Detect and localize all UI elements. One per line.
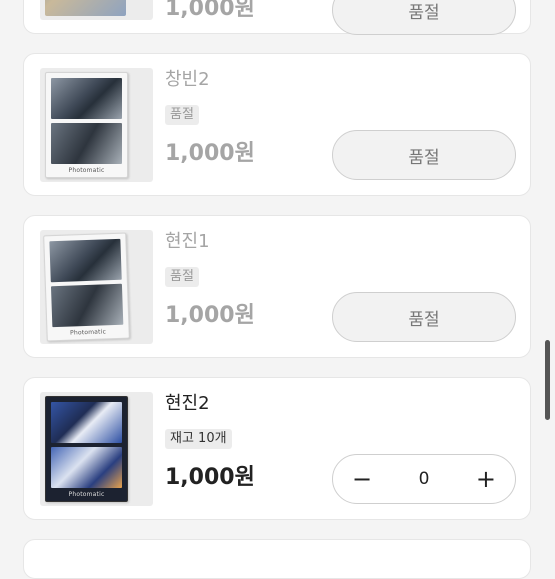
sold-out-button[interactable]: 품절 — [332, 0, 516, 35]
photo-frame — [51, 447, 122, 488]
product-thumbnail: Photomatic — [40, 230, 153, 344]
product-thumbnail: Photomatic — [40, 68, 153, 182]
product-card: Photomatic 현진2 재고 10개 1,000원 − 0 + — [23, 377, 531, 520]
product-thumbnail: Photomatic — [40, 392, 153, 506]
quantity-stepper: − 0 + — [332, 454, 516, 504]
photo-frame — [49, 238, 122, 283]
photo-strip: Photomatic — [43, 232, 130, 342]
price: 1,000원 — [165, 303, 255, 328]
scrollbar[interactable] — [545, 340, 550, 420]
product-photo — [45, 0, 126, 16]
photo-frame — [51, 123, 122, 164]
photo-frame — [50, 283, 124, 328]
price: 1,000원 — [165, 465, 255, 490]
minus-icon[interactable]: − — [351, 467, 373, 491]
price: 1,000원 — [165, 0, 255, 21]
sold-out-button[interactable]: 품절 — [332, 130, 516, 180]
photo-frame — [51, 78, 122, 119]
stock-badge: 재고 10개 — [165, 429, 232, 449]
price: 1,000원 — [165, 141, 255, 166]
photo-strip-brand: Photomatic — [68, 167, 105, 174]
sold-out-button[interactable]: 품절 — [332, 292, 516, 342]
product-name: 현진2 — [165, 393, 210, 414]
quantity-value: 0 — [418, 469, 430, 489]
product-card-partial-bottom — [23, 539, 531, 579]
product-name: 현진1 — [165, 231, 210, 252]
product-card: Photomatic 창빈2 품절 1,000원 품절 — [23, 53, 531, 196]
product-card: Photomatic 현진1 품절 1,000원 품절 — [23, 215, 531, 358]
photo-strip-brand: Photomatic — [69, 328, 107, 337]
photo-strip: Photomatic — [45, 396, 128, 502]
product-thumbnail — [40, 0, 153, 20]
plus-icon[interactable]: + — [475, 467, 497, 491]
product-card-partial-top: 1,000원 품절 — [23, 0, 531, 35]
photo-strip-brand: Photomatic — [68, 491, 105, 498]
status-badge: 품절 — [165, 267, 199, 287]
status-badge: 품절 — [165, 105, 199, 125]
photo-frame — [51, 402, 122, 443]
photo-strip: Photomatic — [45, 72, 128, 178]
product-name: 창빈2 — [165, 69, 210, 90]
